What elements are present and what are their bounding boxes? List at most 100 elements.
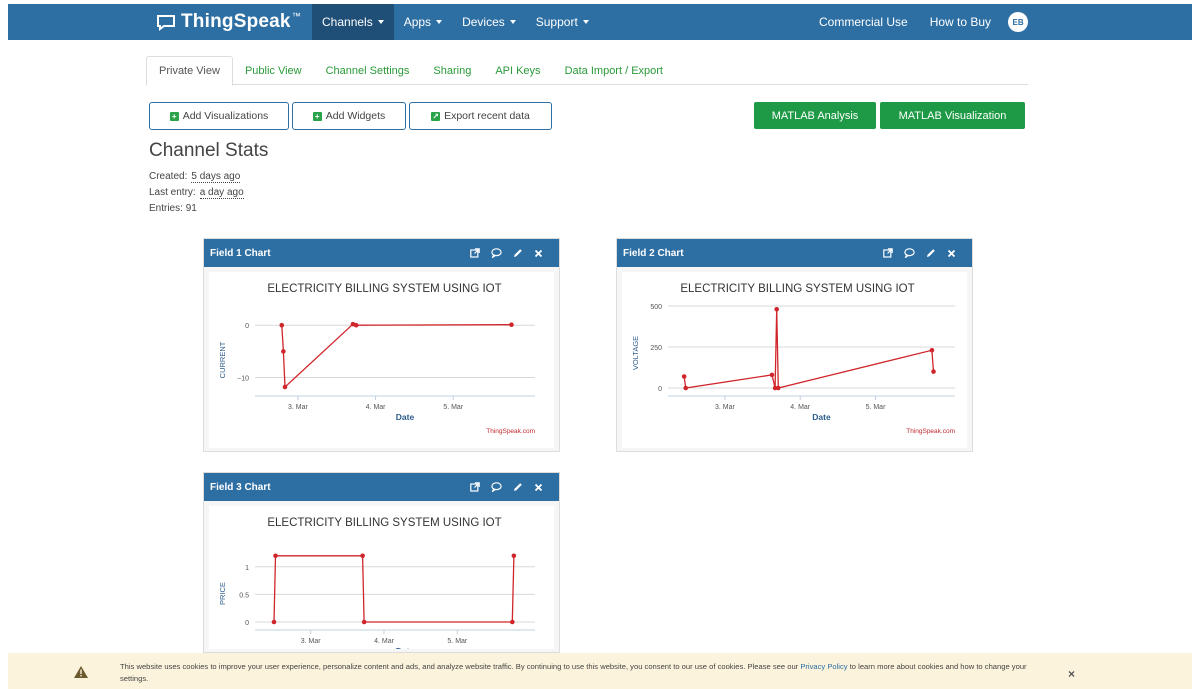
add-widgets-button[interactable]: + Add Widgets	[292, 102, 406, 130]
plus-icon: +	[312, 111, 322, 121]
chart-area: ELECTRICITY BILLING SYSTEM USING IOT 0 −10…	[209, 272, 554, 448]
open-external-icon[interactable]	[470, 482, 480, 492]
panel-header: Field 1 Chart	[204, 239, 559, 267]
y-axis-label: VOLTAGE	[631, 336, 640, 370]
nav-apps[interactable]: Apps	[394, 4, 452, 40]
data-point[interactable]	[282, 384, 288, 390]
last-entry-value: a day ago	[199, 187, 244, 199]
nav-support[interactable]: Support	[526, 4, 599, 40]
x-tick-label: 5. Mar	[447, 638, 468, 645]
close-icon[interactable]: ×	[1068, 667, 1075, 681]
entries-value: 91	[185, 203, 197, 214]
caret-down-icon	[582, 20, 589, 24]
series-line	[683, 309, 935, 389]
x-tick-label: 5. Mar	[866, 404, 887, 411]
panel-title: Field 3 Chart	[210, 481, 271, 493]
chart-svg: ELECTRICITY BILLING SYSTEM USING IOT 0 −10…	[218, 283, 535, 435]
tab-api-keys[interactable]: API Keys	[483, 56, 552, 85]
data-point[interactable]	[775, 385, 781, 391]
x-tick-label: 3. Mar	[288, 404, 309, 411]
cookie-message: This website uses cookies to improve you…	[120, 662, 1027, 683]
open-external-icon[interactable]	[883, 248, 893, 258]
data-point[interactable]	[511, 553, 517, 559]
close-icon[interactable]	[947, 249, 956, 258]
tab-data-import-export[interactable]: Data Import / Export	[553, 56, 675, 85]
field-3-chart-panel: Field 3 Chart ELECTRICITY BILLING SYSTEM …	[203, 472, 560, 656]
close-icon[interactable]	[534, 249, 543, 258]
privacy-policy-link[interactable]: Privacy Policy	[800, 662, 847, 671]
panel-title: Field 1 Chart	[210, 247, 271, 259]
caret-down-icon	[509, 20, 516, 24]
data-point[interactable]	[353, 322, 359, 328]
y-tick-label: 250	[650, 345, 662, 352]
x-axis-label: Date	[812, 412, 831, 422]
pencil-icon[interactable]	[926, 248, 936, 258]
tab-channel-settings[interactable]: Channel Settings	[314, 56, 422, 85]
data-point[interactable]	[509, 322, 514, 328]
pencil-icon[interactable]	[513, 482, 523, 492]
nav-commercial-use[interactable]: Commercial Use	[808, 4, 919, 40]
stat-created: Created: 5 days ago	[149, 171, 241, 183]
add-visualizations-button[interactable]: + Add Visualizations	[149, 102, 289, 130]
data-point[interactable]	[271, 619, 277, 625]
open-external-icon[interactable]	[470, 248, 480, 258]
comment-icon[interactable]	[491, 482, 502, 492]
data-point[interactable]	[774, 306, 779, 312]
stat-entries: Entries: 91	[149, 203, 197, 214]
pencil-icon[interactable]	[513, 248, 523, 258]
caret-down-icon	[377, 20, 384, 24]
thingspeak-credit-link[interactable]: ThingSpeak.com	[486, 428, 535, 435]
x-tick-label: 4. Mar	[366, 404, 387, 411]
data-point[interactable]	[360, 553, 365, 559]
panel-title: Field 2 Chart	[623, 247, 684, 259]
comment-icon[interactable]	[904, 248, 915, 258]
field-2-chart-panel: Field 2 Chart ELECTRICITY BILLING SYSTEM …	[616, 238, 973, 452]
tab-private-view[interactable]: Private View	[146, 56, 233, 86]
chart-area: ELECTRICITY BILLING SYSTEM USING IOT 1 0.5…	[209, 506, 554, 656]
export-recent-data-button[interactable]: ↗ Export recent data	[409, 102, 552, 130]
data-point[interactable]	[273, 553, 278, 559]
nav-devices[interactable]: Devices	[452, 4, 526, 40]
y-tick-label: 0	[245, 620, 249, 627]
nav-how-to-buy[interactable]: How to Buy	[919, 4, 1002, 40]
chart-title: ELECTRICITY BILLING SYSTEM USING IOT	[680, 283, 914, 295]
close-icon[interactable]	[534, 483, 543, 492]
y-axis-label: CURRENT	[218, 341, 227, 378]
tab-sharing[interactable]: Sharing	[421, 56, 483, 85]
created-value: 5 days ago	[191, 171, 241, 183]
y-tick-label: 500	[650, 304, 662, 311]
channel-stats-title: Channel Stats	[149, 140, 269, 161]
warning-icon	[74, 666, 88, 678]
tab-public-view[interactable]: Public View	[233, 56, 314, 85]
x-axis-label: Date	[396, 412, 415, 422]
data-point[interactable]	[361, 619, 367, 625]
panel-header: Field 2 Chart	[617, 239, 972, 267]
data-point[interactable]	[281, 349, 286, 354]
matlab-analysis-button[interactable]: MATLAB Analysis	[754, 102, 876, 129]
thingspeak-logo[interactable]: ThingSpeak ™	[156, 9, 301, 35]
y-tick-label: 1	[245, 565, 249, 572]
x-tick-label: 3. Mar	[301, 638, 322, 645]
data-point[interactable]	[929, 347, 935, 353]
data-point[interactable]	[769, 372, 775, 378]
y-tick-label: 0	[245, 323, 249, 330]
comment-icon[interactable]	[491, 248, 502, 258]
matlab-visualization-button[interactable]: MATLAB Visualization	[880, 102, 1025, 129]
y-axis-label: PRICE	[218, 582, 227, 605]
data-point[interactable]	[683, 385, 689, 391]
x-tick-label: 4. Mar	[374, 638, 395, 645]
x-tick-label: 5. Mar	[443, 404, 464, 411]
data-point[interactable]	[279, 322, 285, 328]
data-point[interactable]	[681, 374, 687, 379]
thingspeak-credit-link[interactable]: ThingSpeak.com	[906, 428, 955, 435]
chat-bubble-icon	[157, 14, 175, 31]
data-point[interactable]	[931, 369, 936, 374]
chart-svg: ELECTRICITY BILLING SYSTEM USING IOT 500 2…	[631, 283, 955, 435]
data-point[interactable]	[510, 619, 515, 625]
channel-tabs: Private View Public View Channel Setting…	[146, 56, 1028, 86]
user-avatar[interactable]: EB	[1008, 12, 1029, 32]
brand-name: ThingSpeak	[181, 11, 291, 32]
export-icon: ↗	[431, 111, 441, 121]
nav-channels[interactable]: Channels	[312, 4, 394, 40]
chart-area: ELECTRICITY BILLING SYSTEM USING IOT 500 2…	[622, 272, 967, 448]
